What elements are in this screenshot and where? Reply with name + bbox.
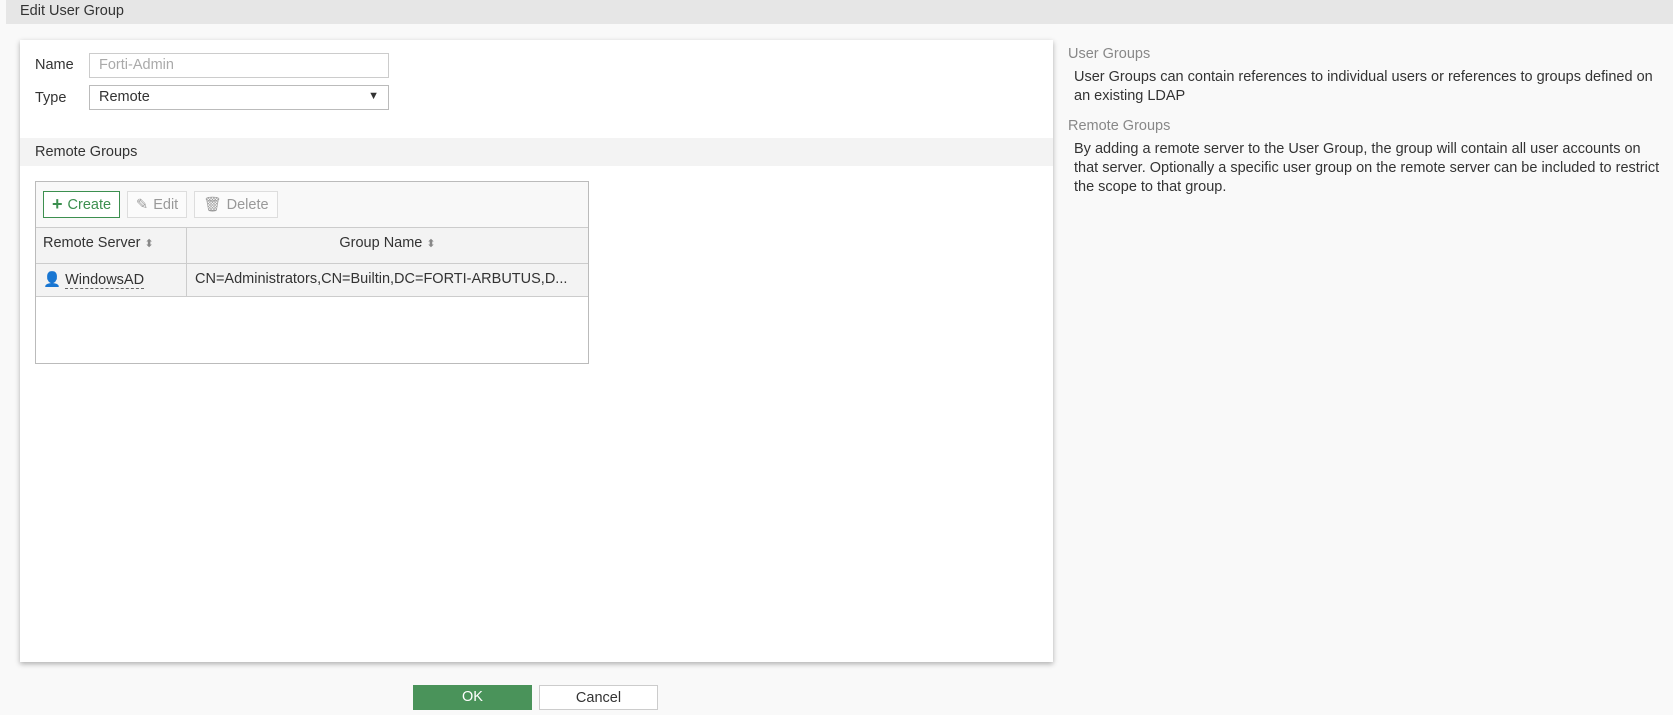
column-header-remote-server[interactable]: Remote Server ⬍ [36,228,187,263]
name-label: Name [35,57,74,73]
sort-icon: ⬍ [426,238,436,250]
help-title-remote-groups: Remote Groups [1068,118,1171,134]
remote-server-link[interactable]: WindowsAD [65,272,145,289]
remote-groups-table: + Create ✎ Edit 🗑 Delete Remote Server ⬍ Gr… [35,181,589,364]
delete-button[interactable]: 🗑 Delete [194,191,278,218]
group-name-cell: CN=Administrators,CN=Builtin,DC=FORTI-AR… [195,271,568,287]
help-text-user-groups: User Groups can contain references to in… [1074,69,1653,104]
name-input[interactable]: Forti-Admin [89,53,389,78]
column-header-group-name[interactable]: Group Name ⬍ [187,228,588,263]
type-label: Type [35,90,67,106]
chevron-down-icon: ▼ [368,90,379,102]
user-server-icon: 👤 [43,272,62,288]
create-button[interactable]: + Create [43,191,121,218]
cancel-button[interactable]: Cancel [539,685,658,710]
help-text-remote-groups: By adding a remote server to the User Gr… [1074,141,1660,195]
plus-icon: + [52,194,63,214]
ok-button[interactable]: OK [413,685,532,710]
table-toolbar: + Create ✎ Edit 🗑 Delete [36,182,588,228]
remote-groups-section-title: Remote Groups [20,138,1053,166]
table-row[interactable]: 👤 WindowsAD CN=Administrators,CN=Builtin… [36,264,588,297]
edit-button[interactable]: ✎ Edit [127,191,188,218]
help-title-user-groups: User Groups [1068,46,1151,62]
pencil-icon: ✎ [136,196,149,213]
table-header: Remote Server ⬍ Group Name ⬍ [36,228,588,264]
sort-icon: ⬍ [144,238,154,250]
dialog-title: Edit User Group [6,0,1673,24]
type-select-value: Remote [99,89,150,105]
trash-icon: 🗑 [203,197,222,213]
edit-form-panel: Name Forti-Admin Type Remote ▼ Remote Gr… [20,40,1053,662]
type-select[interactable]: Remote ▼ [89,85,389,110]
help-panel: User Groups User Groups can contain refe… [1068,46,1668,209]
